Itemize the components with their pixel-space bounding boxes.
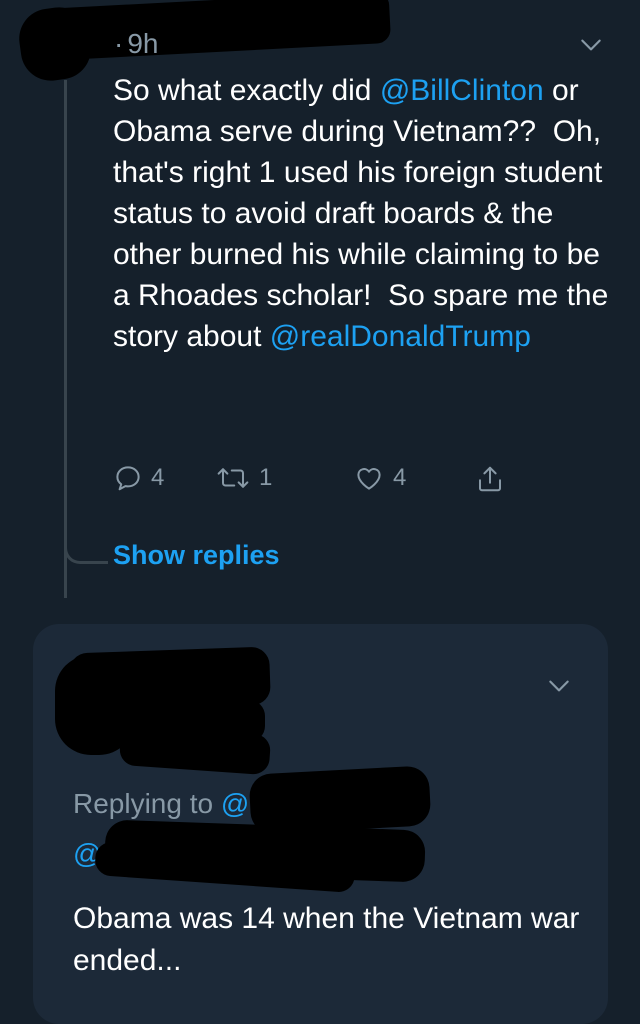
like-button[interactable]: 4	[353, 463, 406, 493]
tweet-text: So what exactly did @BillClinton or Obam…	[113, 70, 613, 357]
replying-mention[interactable]: @	[221, 788, 249, 819]
show-replies-link[interactable]: Show replies	[113, 540, 280, 571]
tweet-mention[interactable]: @BillClinton	[380, 74, 544, 107]
replying-to: Replying to @	[73, 788, 249, 820]
retweet-button[interactable]: 1	[215, 463, 272, 493]
tweet-text-segment: or Obama serve during Vietnam?? Oh, that…	[113, 74, 617, 353]
tweet-actions: 4 1 4	[113, 463, 533, 503]
retweet-icon	[217, 468, 249, 488]
like-count: 4	[393, 464, 407, 491]
reply-count: 4	[151, 464, 165, 491]
retweet-count: 1	[259, 464, 273, 491]
redaction-mentions	[248, 765, 432, 835]
tweet-text-segment: So what exactly did	[113, 74, 380, 107]
share-button[interactable]	[475, 463, 505, 495]
tweet-header: · 9h	[110, 28, 158, 60]
redaction-name	[38, 0, 392, 62]
thread-connector	[64, 540, 108, 564]
share-icon	[479, 466, 501, 492]
chevron-down-icon[interactable]	[546, 673, 572, 699]
replying-prefix: Replying to	[73, 788, 214, 819]
reply-text: Obama was 14 when the Vietnam war ended.…	[73, 902, 580, 977]
header-dot: ·	[114, 28, 124, 59]
thread-line	[64, 80, 67, 598]
tweet-timestamp: 9h	[127, 28, 159, 59]
chevron-down-icon[interactable]	[578, 32, 604, 58]
reply-icon	[116, 466, 140, 491]
heart-icon	[357, 468, 381, 490]
reply-button[interactable]: 4	[113, 463, 164, 493]
tweet-mention[interactable]: @realDonaldTrump	[270, 320, 531, 353]
